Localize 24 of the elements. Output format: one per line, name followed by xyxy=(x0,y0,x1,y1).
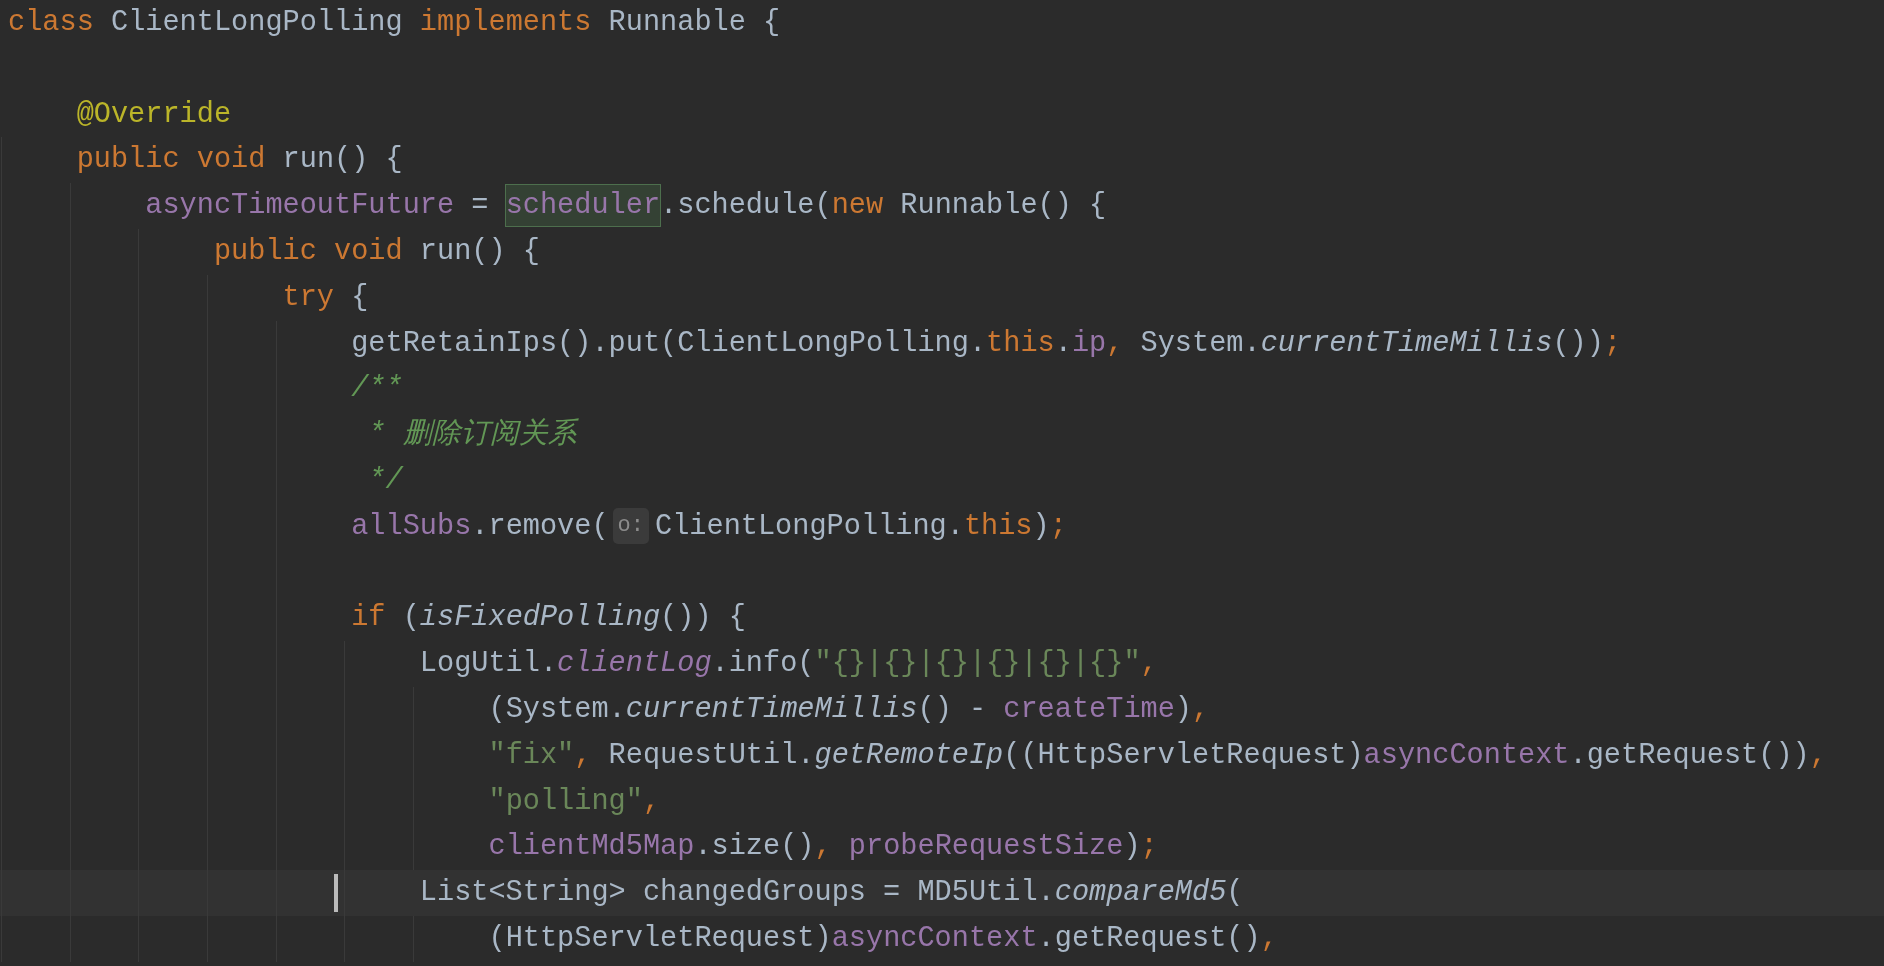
code-text: asyncTimeoutFuture = xyxy=(145,189,490,223)
code-text: public void run() { xyxy=(213,235,540,268)
code-text: class ClientLongPolling implements Runnable { xyxy=(8,6,781,39)
code-text: clientMd5Map.size(), probeRequestSize); xyxy=(488,830,1158,864)
code-text: try { xyxy=(282,280,369,314)
code-text: * 删除订阅关系 xyxy=(368,418,577,452)
code-text: public void run() { xyxy=(76,143,403,177)
text-caret xyxy=(334,874,338,913)
code-text: */ xyxy=(368,463,403,497)
code-text: LogUtil.clientLog.info("{}|{}|{}|{}|{}|{}", xyxy=(419,647,1158,681)
code-text: ClientLongPolling.this); xyxy=(655,509,1067,543)
code-text: if (isFixedPolling()) { xyxy=(351,600,746,637)
code-text: (HttpServletRequest)asyncContext.getRequest(), xyxy=(488,921,1278,955)
code-text: getRetainIps().put(ClientLongPolling.this.ip, System.currentTimeMillis()); xyxy=(351,326,1622,360)
code-text: "fix", RequestUtil.getRemoteIp((HttpServletRequest)asyncContext.getRequest()), xyxy=(488,738,1827,772)
code-text: .schedule(new Runnable() { xyxy=(660,189,1107,223)
parameter-hint: o: xyxy=(612,508,649,545)
code-text: allSubs.remove( xyxy=(351,509,609,543)
code-text: "polling", xyxy=(488,784,661,818)
code-text: List<String> changedGroups = MD5Util.compareMd5( xyxy=(419,876,1244,910)
code-text: /** xyxy=(351,372,403,406)
highlighted-identifier: scheduler xyxy=(505,185,661,227)
code-text: (System.currentTimeMillis() - createTime), xyxy=(488,692,1210,726)
code-text: @Override xyxy=(76,96,232,133)
